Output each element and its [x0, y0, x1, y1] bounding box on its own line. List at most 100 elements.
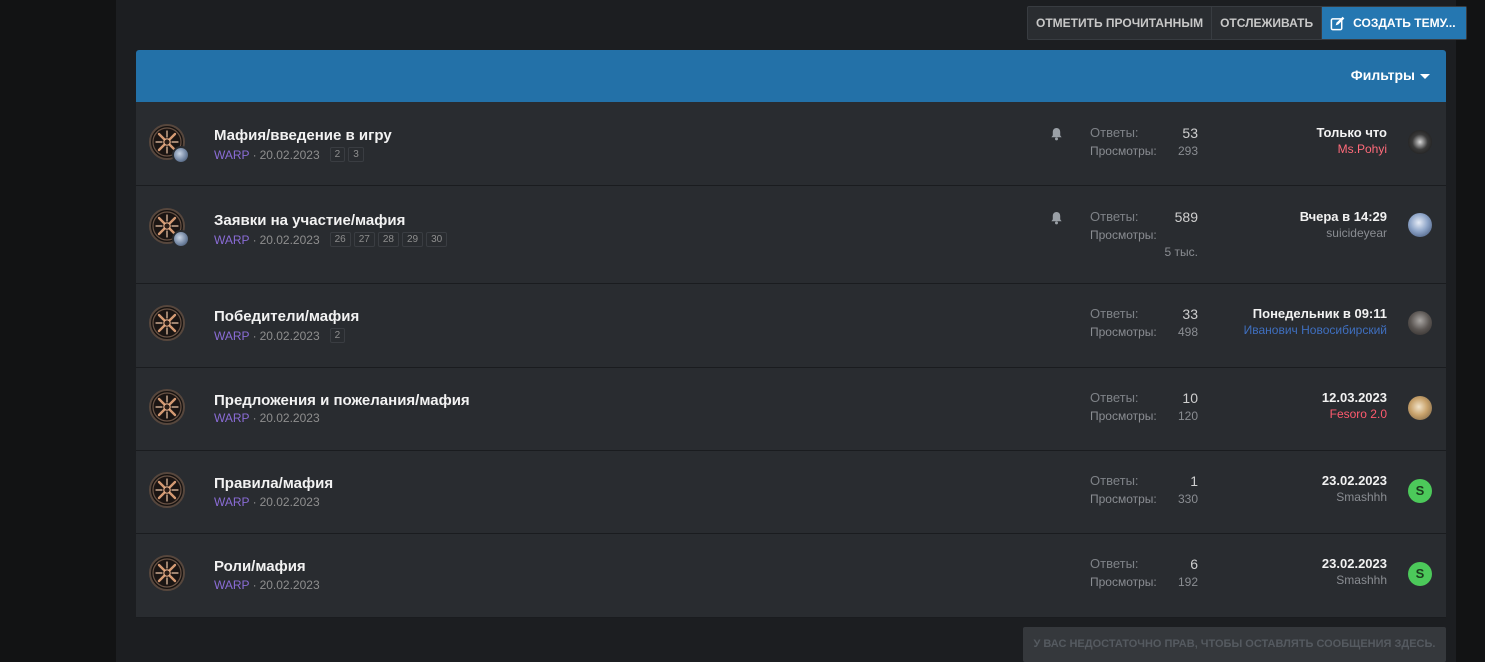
latest-post: 12.03.2023 Fesoro 2.0: [1322, 389, 1387, 423]
page-link[interactable]: 30: [426, 232, 448, 247]
thread-start-date[interactable]: 20.02.2023: [260, 578, 320, 592]
thread-author-link[interactable]: WARP: [214, 233, 250, 247]
views-stat: Просмотры: 192: [1090, 573, 1198, 591]
thread-author-link[interactable]: WARP: [214, 329, 250, 343]
page-link[interactable]: 29: [402, 232, 424, 247]
thread-author-avatar[interactable]: [149, 472, 185, 508]
thread-title-link[interactable]: Предложения и пожелания/мафия: [214, 392, 470, 409]
thread-row[interactable]: Мафия/введение в игру WARP · 20.02.2023 2 3 От…: [136, 102, 1446, 186]
replies-label: Ответы:: [1090, 125, 1139, 140]
meta-separator: ·: [252, 578, 257, 592]
thread-start-date[interactable]: 20.02.2023: [260, 233, 320, 247]
latest-poster-avatar[interactable]: [1408, 130, 1432, 154]
latest-post-user[interactable]: Smashhh: [1322, 572, 1387, 589]
latest-post-date[interactable]: Вчера в 14:29: [1300, 208, 1387, 225]
latest-post-user[interactable]: Smashhh: [1322, 489, 1387, 506]
latest-post-date[interactable]: 23.02.2023: [1322, 472, 1387, 489]
thread-title-link[interactable]: Заявки на участие/мафия: [214, 212, 405, 229]
last-poster-mini-avatar[interactable]: [172, 146, 190, 164]
page-link[interactable]: 3: [348, 147, 364, 162]
replies-stat: Ответы: 10: [1090, 389, 1198, 407]
thread-title-link[interactable]: Роли/мафия: [214, 558, 306, 575]
thread-stats: Ответы: 53 Просмотры: 293: [1090, 124, 1198, 160]
views-count: 293: [1177, 144, 1198, 158]
thread-stats: Ответы: 10 Просмотры: 120: [1090, 389, 1198, 425]
watch-button[interactable]: ОТСЛЕЖИВАТЬ: [1212, 7, 1323, 39]
thread-start-date[interactable]: 20.02.2023: [260, 148, 320, 162]
replies-count: 10: [1182, 390, 1198, 406]
thread-start-date[interactable]: 20.02.2023: [260, 329, 320, 343]
views-stat: Просмотры:: [1090, 226, 1198, 244]
views-count-extra: 5 тыс.: [1164, 245, 1198, 259]
latest-poster-avatar[interactable]: [1408, 396, 1432, 420]
page-link[interactable]: 2: [329, 147, 346, 162]
page-link[interactable]: 2: [329, 328, 346, 343]
latest-poster-avatar[interactable]: S: [1408, 562, 1432, 586]
thread-list: Мафия/введение в игру WARP · 20.02.2023 2 3 От…: [136, 102, 1446, 618]
thread-author-avatar[interactable]: [149, 555, 185, 591]
last-poster-mini-avatar[interactable]: [172, 230, 190, 248]
replies-stat: Ответы: 1: [1090, 472, 1198, 490]
create-topic-label: СОЗДАТЬ ТЕМУ...: [1353, 16, 1456, 30]
latest-post: Только что Ms.Pohyi: [1316, 124, 1387, 158]
create-topic-button[interactable]: СОЗДАТЬ ТЕМУ...: [1322, 7, 1466, 39]
latest-post-user[interactable]: Fesoro 2.0: [1322, 406, 1387, 423]
meta-separator: ·: [252, 328, 257, 343]
views-count: 330: [1177, 492, 1198, 506]
thread-start-date[interactable]: 20.02.2023: [260, 495, 320, 509]
page-link[interactable]: 27: [353, 232, 375, 247]
latest-post-date[interactable]: 23.02.2023: [1322, 555, 1387, 572]
thread-author-link[interactable]: WARP: [214, 578, 250, 592]
mark-read-button[interactable]: ОТМЕТИТЬ ПРОЧИТАННЫМ: [1028, 7, 1213, 39]
thread-row[interactable]: Заявки на участие/мафия WARP · 20.02.2023 26…: [136, 186, 1446, 284]
latest-post: Понедельник в 09:11 Иванович Новосибирски…: [1244, 305, 1387, 339]
views-label: Просмотры:: [1090, 492, 1157, 506]
latest-post: 23.02.2023 Smashhh: [1322, 555, 1387, 589]
thread-author-avatar[interactable]: [149, 305, 185, 341]
replies-stat: Ответы: 589: [1090, 208, 1198, 226]
views-count: 498: [1177, 325, 1198, 339]
latest-post-date[interactable]: 12.03.2023: [1322, 389, 1387, 406]
thread-row[interactable]: Правила/мафия WARP · 20.02.2023 Ответы: 1 Прос…: [136, 451, 1446, 534]
latest-poster-avatar[interactable]: [1408, 311, 1432, 335]
bell-icon: [1050, 211, 1063, 230]
thread-title-link[interactable]: Мафия/введение в игру: [214, 127, 392, 144]
right-gutter: [1456, 0, 1485, 662]
thread-title-link[interactable]: Правила/мафия: [214, 475, 333, 492]
thread-stats: Ответы: 589 Просмотры: 5 тыс.: [1090, 208, 1198, 260]
thread-start-date[interactable]: 20.02.2023: [260, 411, 320, 425]
thread-stats: Ответы: 33 Просмотры: 498: [1090, 305, 1198, 341]
edit-icon: [1330, 16, 1345, 31]
left-gutter: [0, 0, 116, 662]
latest-post-user[interactable]: Ms.Pohyi: [1316, 141, 1387, 158]
thread-title-link[interactable]: Победители/мафия: [214, 308, 359, 325]
thread-meta: WARP · 20.02.2023: [214, 495, 320, 509]
latest-poster-avatar[interactable]: S: [1408, 479, 1432, 503]
latest-post-date[interactable]: Только что: [1316, 124, 1387, 141]
views-label: Просмотры:: [1090, 228, 1157, 242]
meta-separator: ·: [252, 495, 257, 509]
latest-post-user[interactable]: Иванович Новосибирский: [1244, 322, 1387, 339]
thread-row[interactable]: Предложения и пожелания/мафия WARP · 20.02.…: [136, 368, 1446, 451]
latest-post-user[interactable]: suicideyear: [1300, 225, 1387, 242]
thread-row[interactable]: Победители/мафия WARP · 20.02.2023 2 Ответы: 3…: [136, 284, 1446, 368]
thread-author-avatar[interactable]: [149, 389, 185, 425]
filters-dropdown[interactable]: Фильтры: [1351, 67, 1430, 83]
latest-post-date[interactable]: Понедельник в 09:11: [1244, 305, 1387, 322]
replies-count: 53: [1182, 125, 1198, 141]
views-label: Просмотры:: [1090, 144, 1157, 158]
views-count: 192: [1177, 575, 1198, 589]
latest-post: 23.02.2023 Smashhh: [1322, 472, 1387, 506]
page-link[interactable]: 26: [329, 232, 351, 247]
thread-author-link[interactable]: WARP: [214, 411, 250, 425]
thread-stats: Ответы: 1 Просмотры: 330: [1090, 472, 1198, 508]
thread-author-link[interactable]: WARP: [214, 495, 250, 509]
meta-separator: ·: [252, 147, 257, 162]
latest-poster-avatar[interactable]: [1408, 213, 1432, 237]
thread-meta: WARP · 20.02.2023 26 27 28 29 30: [214, 232, 448, 247]
page-link[interactable]: 28: [377, 232, 399, 247]
thread-row[interactable]: Роли/мафия WARP · 20.02.2023 Ответы: 6 Просмот…: [136, 534, 1446, 618]
thread-author-link[interactable]: WARP: [214, 148, 250, 162]
views-label: Просмотры:: [1090, 325, 1157, 339]
meta-separator: ·: [252, 232, 257, 247]
